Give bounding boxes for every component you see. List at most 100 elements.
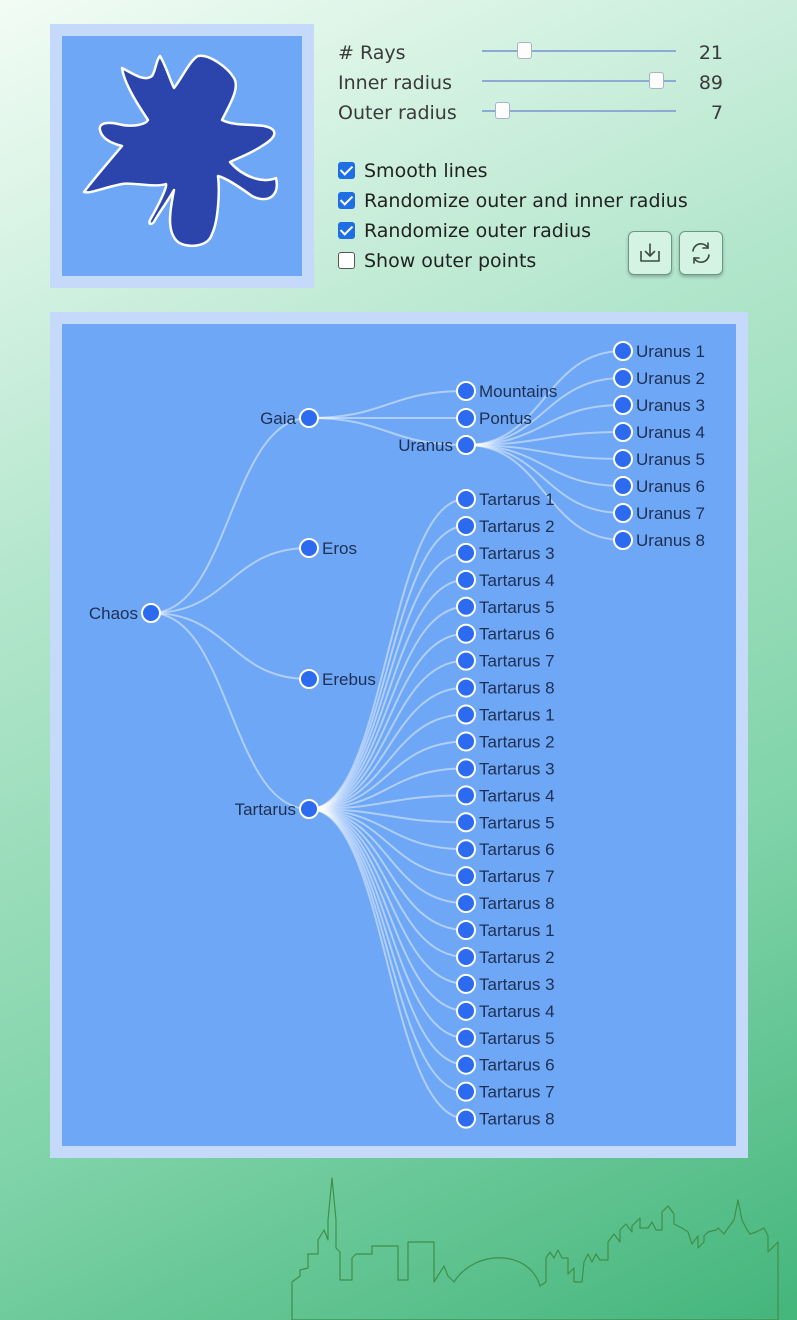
refresh-button[interactable] — [679, 231, 723, 275]
tree-node-dot[interactable] — [456, 731, 476, 752]
tree-node-dot[interactable] — [613, 449, 633, 469]
tree-node-label: Uranus 1 — [636, 342, 705, 361]
tree-node-tartarus-child-20[interactable]: Tartarus 4 — [456, 1000, 555, 1021]
tree-node-dot[interactable] — [613, 503, 633, 523]
tree-node-tartarus-child-15[interactable]: Tartarus 7 — [456, 866, 555, 887]
tree-node-dot[interactable] — [456, 1000, 476, 1021]
rays-slider-thumb[interactable] — [516, 42, 532, 59]
tree-node-dot[interactable] — [456, 569, 476, 590]
randomize-both-radius-checkbox[interactable] — [338, 192, 355, 209]
randomize-outer-radius-checkbox[interactable] — [338, 222, 355, 239]
tree-node-tartarus-child-17[interactable]: Tartarus 1 — [456, 920, 555, 941]
tree-node-uranus-child-3[interactable]: Uranus 3 — [613, 395, 705, 415]
tree-node-dot[interactable] — [456, 1108, 476, 1129]
tree-node-dot[interactable] — [613, 422, 633, 442]
tree-node-dot[interactable] — [456, 893, 476, 914]
tree-node-dot[interactable] — [141, 603, 161, 623]
tree-node-tartarus-child-22[interactable]: Tartarus 6 — [456, 1054, 555, 1075]
tree-node-dot[interactable] — [456, 677, 476, 698]
tree-node-dot[interactable] — [613, 395, 633, 415]
tree-node-dot[interactable] — [456, 623, 476, 644]
tree-node-dot[interactable] — [613, 530, 633, 550]
tree-node-tartarus-child-13[interactable]: Tartarus 5 — [456, 812, 555, 833]
download-button[interactable] — [628, 231, 672, 275]
tree-node-dot[interactable] — [456, 866, 476, 887]
tree-node-uranus-child-7[interactable]: Uranus 7 — [613, 503, 705, 523]
randomize-outer-radius-label[interactable]: Randomize outer radius — [364, 220, 591, 242]
tree-node-dot[interactable] — [456, 515, 476, 536]
tree-node-tartarus-child-2[interactable]: Tartarus 2 — [456, 515, 555, 536]
tree-node-dot[interactable] — [456, 839, 476, 860]
tree-node-tartarus-child-21[interactable]: Tartarus 5 — [456, 1027, 555, 1048]
tree-node-tartarus-child-14[interactable]: Tartarus 6 — [456, 839, 555, 860]
tree-node-uranus-child-5[interactable]: Uranus 5 — [613, 449, 705, 469]
tree-node-eros[interactable]: Eros — [299, 538, 357, 558]
rays-slider[interactable] — [482, 42, 676, 59]
show-outer-points-checkbox[interactable] — [338, 252, 355, 269]
rays-label: # Rays — [338, 42, 406, 64]
tree-node-dot[interactable] — [299, 799, 319, 819]
tree-node-dot[interactable] — [613, 368, 633, 388]
tree-node-dot[interactable] — [456, 785, 476, 806]
tree-node-tartarus-child-19[interactable]: Tartarus 3 — [456, 973, 555, 994]
tree-node-tartarus-child-18[interactable]: Tartarus 2 — [456, 946, 555, 967]
tree-node-dot[interactable] — [456, 408, 476, 428]
tree-node-dot[interactable] — [456, 381, 476, 401]
tree-node-dot[interactable] — [456, 812, 476, 833]
tree-link — [308, 808, 467, 1093]
tree-node-mountains[interactable]: Mountains — [456, 381, 557, 401]
tree-node-dot[interactable] — [456, 1027, 476, 1048]
tree-node-tartarus-child-8[interactable]: Tartarus 8 — [456, 677, 555, 698]
tree-node-dot[interactable] — [456, 489, 476, 509]
tree-node-dot[interactable] — [456, 596, 476, 617]
tree-node-uranus-child-1[interactable]: Uranus 1 — [613, 341, 705, 361]
tree-node-tartarus-child-24[interactable]: Tartarus 8 — [456, 1108, 555, 1129]
tree-node-chaos[interactable]: Chaos — [89, 603, 161, 623]
tree-node-tartarus[interactable]: Tartarus — [235, 799, 319, 819]
tree-node-tartarus-child-4[interactable]: Tartarus 4 — [456, 569, 555, 590]
smooth-lines-label[interactable]: Smooth lines — [364, 160, 488, 182]
tree-node-uranus-child-6[interactable]: Uranus 6 — [613, 476, 705, 496]
randomize-both-radius-label[interactable]: Randomize outer and inner radius — [364, 190, 688, 212]
tree-node-dot[interactable] — [456, 1054, 476, 1075]
tree-node-erebus[interactable]: Erebus — [299, 669, 376, 689]
inner-radius-slider-thumb[interactable] — [648, 72, 664, 89]
tree-node-dot[interactable] — [613, 341, 633, 361]
tree-node-dot[interactable] — [456, 435, 476, 455]
tree-node-gaia[interactable]: Gaia — [260, 408, 319, 428]
tree-node-tartarus-child-16[interactable]: Tartarus 8 — [456, 893, 555, 914]
tree-node-dot[interactable] — [456, 1081, 476, 1102]
tree-node-uranus-child-4[interactable]: Uranus 4 — [613, 422, 705, 442]
tree-node-tartarus-child-6[interactable]: Tartarus 6 — [456, 623, 555, 644]
tree-node-tartarus-child-10[interactable]: Tartarus 2 — [456, 731, 555, 752]
tree-node-uranus[interactable]: Uranus — [398, 435, 476, 455]
tree-node-dot[interactable] — [456, 973, 476, 994]
tree-node-dot[interactable] — [456, 704, 476, 725]
inner-radius-slider[interactable] — [482, 72, 676, 89]
tree-node-tartarus-child-7[interactable]: Tartarus 7 — [456, 650, 555, 671]
tree-node-dot[interactable] — [299, 408, 319, 428]
rays-value: 21 — [698, 42, 723, 64]
tree-node-dot[interactable] — [456, 650, 476, 671]
tree-node-dot[interactable] — [613, 476, 633, 496]
tree-node-dot[interactable] — [299, 669, 319, 689]
tree-node-dot[interactable] — [299, 538, 319, 558]
tree-node-tartarus-child-11[interactable]: Tartarus 3 — [456, 758, 555, 779]
tree-node-tartarus-child-9[interactable]: Tartarus 1 — [456, 704, 555, 725]
tree-node-dot[interactable] — [456, 542, 476, 563]
tree-node-tartarus-child-3[interactable]: Tartarus 3 — [456, 542, 555, 563]
tree-node-uranus-child-8[interactable]: Uranus 8 — [613, 530, 705, 550]
tree-node-uranus-child-2[interactable]: Uranus 2 — [613, 368, 705, 388]
tree-node-tartarus-child-1[interactable]: Tartarus 1 — [456, 489, 555, 509]
tree-node-dot[interactable] — [456, 920, 476, 941]
tree-node-tartarus-child-23[interactable]: Tartarus 7 — [456, 1081, 555, 1102]
tree-node-tartarus-child-5[interactable]: Tartarus 5 — [456, 596, 555, 617]
tree-node-tartarus-child-12[interactable]: Tartarus 4 — [456, 785, 555, 806]
show-outer-points-label[interactable]: Show outer points — [364, 250, 536, 272]
tree-node-dot[interactable] — [456, 946, 476, 967]
tree-node-dot[interactable] — [456, 758, 476, 779]
tree-node-pontus[interactable]: Pontus — [456, 408, 532, 428]
outer-radius-slider-thumb[interactable] — [495, 102, 511, 119]
smooth-lines-checkbox[interactable] — [338, 162, 355, 179]
outer-radius-slider[interactable] — [482, 102, 676, 119]
